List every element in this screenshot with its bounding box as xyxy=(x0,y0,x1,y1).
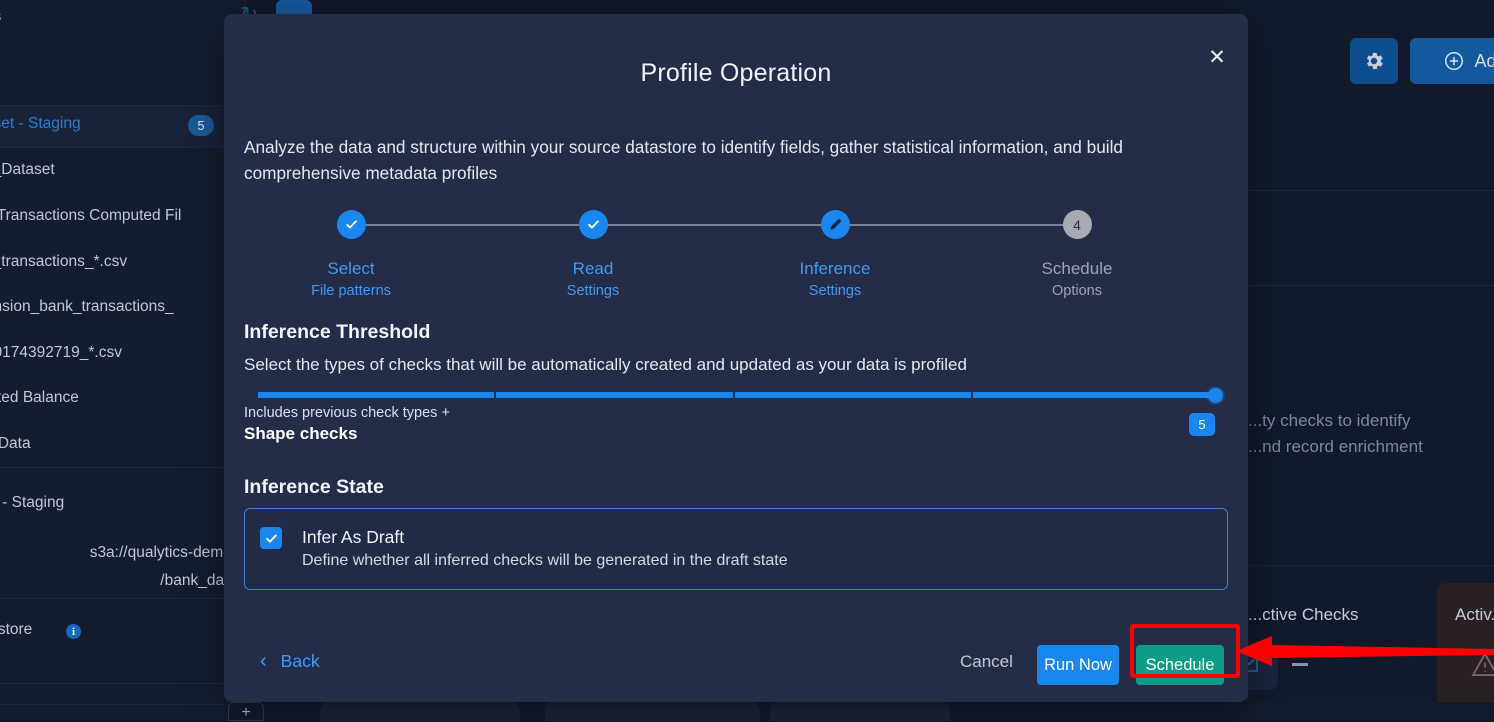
slider-tick xyxy=(494,392,496,398)
step-number: 4 xyxy=(1063,210,1092,239)
stepper-step-inference[interactable]: Inference Settings xyxy=(750,210,920,299)
step-check-icon xyxy=(579,210,608,239)
step-pencil-icon xyxy=(821,210,850,239)
infer-as-draft-description: Define whether all inferred checks will … xyxy=(302,552,788,570)
infer-as-draft-checkbox[interactable] xyxy=(260,527,282,549)
schedule-button[interactable]: Schedule xyxy=(1136,645,1224,685)
left-panel-divider xyxy=(0,683,246,684)
list-item: ...et - Staging xyxy=(0,494,64,512)
content-divider xyxy=(1247,565,1494,566)
slider-tick xyxy=(733,392,735,398)
left-panel-divider xyxy=(0,105,246,106)
step-label: Select xyxy=(266,259,436,279)
slider-track[interactable] xyxy=(256,392,1216,398)
wizard-stepper: Select File patterns Read Settings Infer… xyxy=(244,210,1228,300)
inference-threshold-slider[interactable] xyxy=(256,386,1216,406)
chevron-left-icon: ‹ xyxy=(260,650,267,673)
list-item: ...k_Dataset xyxy=(0,161,55,179)
list-item: ...k_transactions_*.csv xyxy=(0,253,127,271)
infer-as-draft-label: Infer As Draft xyxy=(302,527,404,548)
step-label: Inference xyxy=(750,259,920,279)
run-now-button[interactable]: Run Now xyxy=(1037,645,1119,685)
slider-value-badge: 5 xyxy=(1189,413,1215,436)
list-item[interactable]: ...aset - Staging xyxy=(0,115,81,133)
info-icon[interactable]: i xyxy=(66,624,81,639)
stepper-step-schedule[interactable]: 4 Schedule Options xyxy=(992,210,1162,299)
step-label: Read xyxy=(508,259,678,279)
bottom-tab[interactable] xyxy=(320,702,520,721)
left-panel-divider xyxy=(0,147,246,148)
left-details-panel: ...aset - Staging 5 ...es ...k_Dataset .… xyxy=(0,0,246,721)
annotation-arrow-icon xyxy=(1236,630,1494,672)
add-button[interactable]: Add xyxy=(1410,38,1494,84)
stepper-step-select[interactable]: Select File patterns xyxy=(266,210,436,299)
left-panel-divider xyxy=(0,598,246,599)
operation-description-line-2: ...nd record enrichment xyxy=(1248,437,1423,457)
left-panel-divider xyxy=(0,467,246,468)
back-button[interactable]: ‹ Back xyxy=(260,650,320,673)
content-divider xyxy=(1247,190,1494,191)
active-anomalies-title: Activ... xyxy=(1455,605,1494,625)
content-divider xyxy=(1247,285,1494,286)
slider-tick xyxy=(971,392,973,398)
slider-caption-top: Includes previous check types + xyxy=(244,405,450,421)
page-title: Profile Operation xyxy=(224,59,1248,88)
settings-gear-button[interactable] xyxy=(1350,38,1398,84)
list-item: ...tastore xyxy=(0,621,32,639)
slider-caption: Includes previous check types + Shape ch… xyxy=(244,405,450,444)
active-checks-title: ...ctive Checks xyxy=(1248,605,1359,625)
bottom-tab[interactable] xyxy=(545,702,760,721)
bottom-tab[interactable] xyxy=(770,702,950,721)
step-sublabel: Settings xyxy=(508,283,678,299)
step-label: Schedule xyxy=(992,259,1162,279)
status-badge: 5 xyxy=(188,115,214,136)
cancel-button[interactable]: Cancel xyxy=(960,652,1013,672)
slider-thumb[interactable] xyxy=(1208,388,1223,403)
inference-threshold-description: Select the types of checks that will be … xyxy=(244,355,967,375)
slider-caption-bottom: Shape checks xyxy=(244,424,450,444)
step-sublabel: Settings xyxy=(750,283,920,299)
profile-operation-modal: ✕ Profile Operation Analyze the data and… xyxy=(224,14,1248,702)
add-tab-button[interactable]: + xyxy=(228,702,264,721)
list-item: ...k Transactions Computed Fil xyxy=(0,207,181,225)
list-item: ...es xyxy=(0,8,1,26)
add-button-label: Add xyxy=(1474,51,1494,72)
inference-state-heading: Inference State xyxy=(244,476,384,499)
slider-tick xyxy=(256,392,258,398)
step-sublabel: File patterns xyxy=(266,283,436,299)
back-button-label: Back xyxy=(281,651,320,672)
list-item: ...ension_bank_transactions_ xyxy=(0,298,174,316)
list-item: ...9 Data xyxy=(0,435,31,453)
left-panel-divider xyxy=(0,704,246,705)
operation-description-line-1: ...ty checks to identify xyxy=(1248,411,1411,431)
infer-as-draft-card[interactable] xyxy=(244,508,1228,590)
datastore-path-line-1: s3a://qualytics-demo- xyxy=(90,544,237,562)
modal-description: Analyze the data and structure within yo… xyxy=(244,134,1220,186)
plus-circle-icon xyxy=(1443,50,1465,72)
inference-threshold-heading: Inference Threshold xyxy=(244,321,430,344)
check-icon xyxy=(264,531,279,546)
list-item: ...lated Balance xyxy=(0,389,79,407)
step-sublabel: Options xyxy=(992,283,1162,299)
stepper-step-read[interactable]: Read Settings xyxy=(508,210,678,299)
list-item: ...20174392719_*.csv xyxy=(0,344,122,362)
gear-icon xyxy=(1363,50,1385,72)
step-check-icon xyxy=(337,210,366,239)
